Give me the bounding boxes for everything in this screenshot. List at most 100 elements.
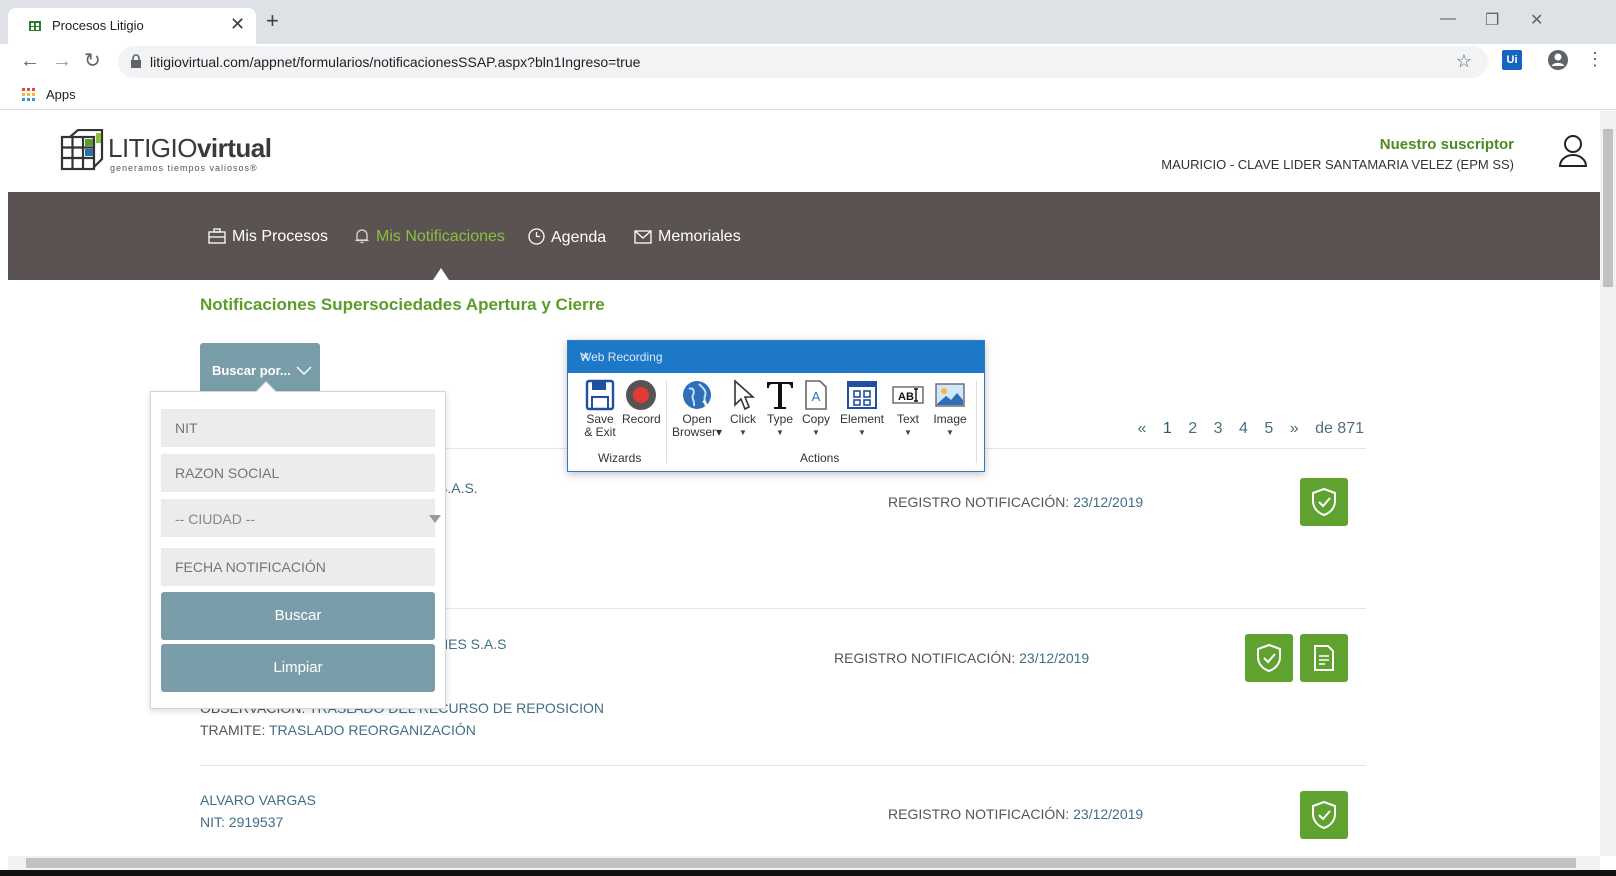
text-label: Text [896,412,919,426]
nav-mis-notificaciones[interactable]: Mis Notificaciones [354,228,505,246]
new-tab-icon[interactable]: + [266,10,279,32]
record-3-nit: NIT: 2919537 [200,814,284,830]
nav-label: Memoriales [658,228,741,245]
cursor-arrow-icon [734,379,756,411]
browser-tab[interactable]: Procesos Litigio ✕ [8,8,256,44]
record-2-document-button[interactable] [1300,634,1348,682]
dropdown-arrow-icon: ▼ [812,428,820,437]
image-label: Image [933,412,967,426]
logo-wordmark: LITIGIOvirtual [108,133,272,163]
pagination-page-4[interactable]: 4 [1239,420,1248,437]
web-recording-title: Web Recording [580,350,663,364]
save-exit-button[interactable]: Save & Exit [582,379,618,439]
horizontal-scroll-thumb[interactable] [26,858,1576,868]
bell-icon [355,229,369,244]
nav-agenda[interactable]: Agenda [528,228,606,247]
pagination: « 1 2 3 4 5 » de 871 [1126,420,1364,438]
record-button[interactable]: Record [622,379,661,426]
apps-bookmark[interactable]: Apps [46,87,76,102]
record-1-shield-button[interactable] [1300,478,1348,526]
buscar-button[interactable]: Buscar [161,592,435,640]
nav-mis-procesos[interactable]: Mis Procesos [208,228,328,246]
window-close-icon[interactable]: ✕ [1530,10,1543,30]
record-2-tramite: TRAMITE: TRASLADO REORGANIZACIÓN [200,722,476,738]
open-browser-button[interactable]: Open Browser▾ [672,379,722,439]
pagination-prev[interactable]: « [1138,420,1147,437]
click-button[interactable]: Click ▼ [726,379,760,439]
browser-toolbar: ← → ↻ litigiovirtual.com/appnet/formular… [0,44,1616,80]
profile-icon[interactable] [1547,49,1569,71]
pagination-page-1[interactable]: 1 [1163,420,1172,437]
record-2-shield-button[interactable] [1245,634,1293,682]
web-recording-close-icon[interactable]: ✕ [580,350,590,364]
toolbar-separator [976,381,977,463]
element-button[interactable]: Element ▼ [836,379,888,439]
record-1-registro: REGISTRO NOTIFICACIÓN: 23/12/2019 [888,494,1144,510]
copy-document-icon: A [805,380,827,410]
nav-label: Agenda [551,229,607,246]
url-text: litigiovirtual.com/appnet/formularios/no… [150,54,641,70]
apps-grid-icon[interactable] [22,88,36,102]
record-3-shield-button[interactable] [1300,791,1348,839]
web-recording-titlebar[interactable]: Web Recording ✕ [568,341,984,373]
bookmark-star-icon[interactable]: ☆ [1456,51,1472,72]
svg-text:AB: AB [898,391,914,403]
uipath-extension-icon[interactable]: Ui [1502,50,1522,70]
ciudad-select[interactable]: -- CIUDAD -- [161,499,441,537]
back-icon[interactable]: ← [20,50,40,72]
vertical-scroll-thumb[interactable] [1603,129,1613,287]
record-3-name[interactable]: ALVARO VARGAS [200,792,316,808]
address-bar[interactable]: litigiovirtual.com/appnet/formularios/no… [118,46,1488,78]
tab-close-icon[interactable]: ✕ [230,14,245,35]
pagination-next[interactable]: » [1290,420,1299,437]
browser-tab-bar: Procesos Litigio ✕ + — ❐ ✕ [0,0,1616,44]
type-label: Type [766,412,793,426]
fecha-notificacion-field[interactable] [161,548,435,586]
logo-grid-icon [60,129,104,171]
forward-icon[interactable]: → [52,50,72,72]
restore-icon[interactable]: ❐ [1485,10,1499,30]
nit-field[interactable] [161,409,435,447]
minimize-icon[interactable]: — [1440,10,1456,28]
toolbar-separator [666,381,667,463]
copy-button[interactable]: A Copy ▼ [800,379,832,439]
chevron-down-icon [296,366,312,376]
element-label: Element [839,412,885,426]
type-t-icon [767,382,793,409]
user-icon[interactable] [1558,134,1588,168]
image-button[interactable]: Image ▼ [930,379,970,439]
dropdown-arrow-icon [429,515,441,523]
active-nav-pointer [433,268,449,280]
save-exit-label-2: & Exit [584,425,616,439]
dropdown-arrow-icon: ▼ [776,428,784,437]
browser-menu-icon[interactable]: ⋮ [1586,49,1604,70]
logo-tagline: generamos tiempos valiosos® [110,163,258,173]
dropdown-arrow-icon: ▼ [858,428,866,437]
razon-social-field[interactable] [161,454,435,492]
open-browser-label-1: Open [682,412,712,426]
text-button[interactable]: AB Text ▼ [890,379,926,439]
ciudad-selected: -- CIUDAD -- [175,511,256,527]
os-taskbar [0,870,1616,876]
type-button[interactable]: Type ▼ [764,379,796,439]
shield-check-icon [1257,644,1281,672]
page-title: Notificaciones Supersociedades Apertura … [200,295,605,314]
briefcase-icon [208,228,226,244]
pagination-page-5[interactable]: 5 [1264,420,1273,437]
text-abc-icon: AB [892,386,924,404]
list-divider [200,765,1366,766]
tab-title: Procesos Litigio [52,18,144,33]
document-icon [1314,645,1334,671]
vertical-scrollbar[interactable] [1600,111,1616,856]
pagination-page-2[interactable]: 2 [1188,420,1197,437]
envelope-icon [634,230,652,244]
limpiar-button[interactable]: Limpiar [161,644,435,692]
pagination-page-3[interactable]: 3 [1214,420,1223,437]
nav-memoriales[interactable]: Memoriales [634,228,741,246]
save-exit-label-1: Save [586,412,614,426]
record-2-name[interactable]: NES S.A.S [438,636,506,652]
nav-label: Mis Procesos [232,228,329,245]
record-label: Record [622,412,661,426]
reload-icon[interactable]: ↻ [84,50,101,72]
horizontal-scrollbar[interactable] [8,856,1600,870]
